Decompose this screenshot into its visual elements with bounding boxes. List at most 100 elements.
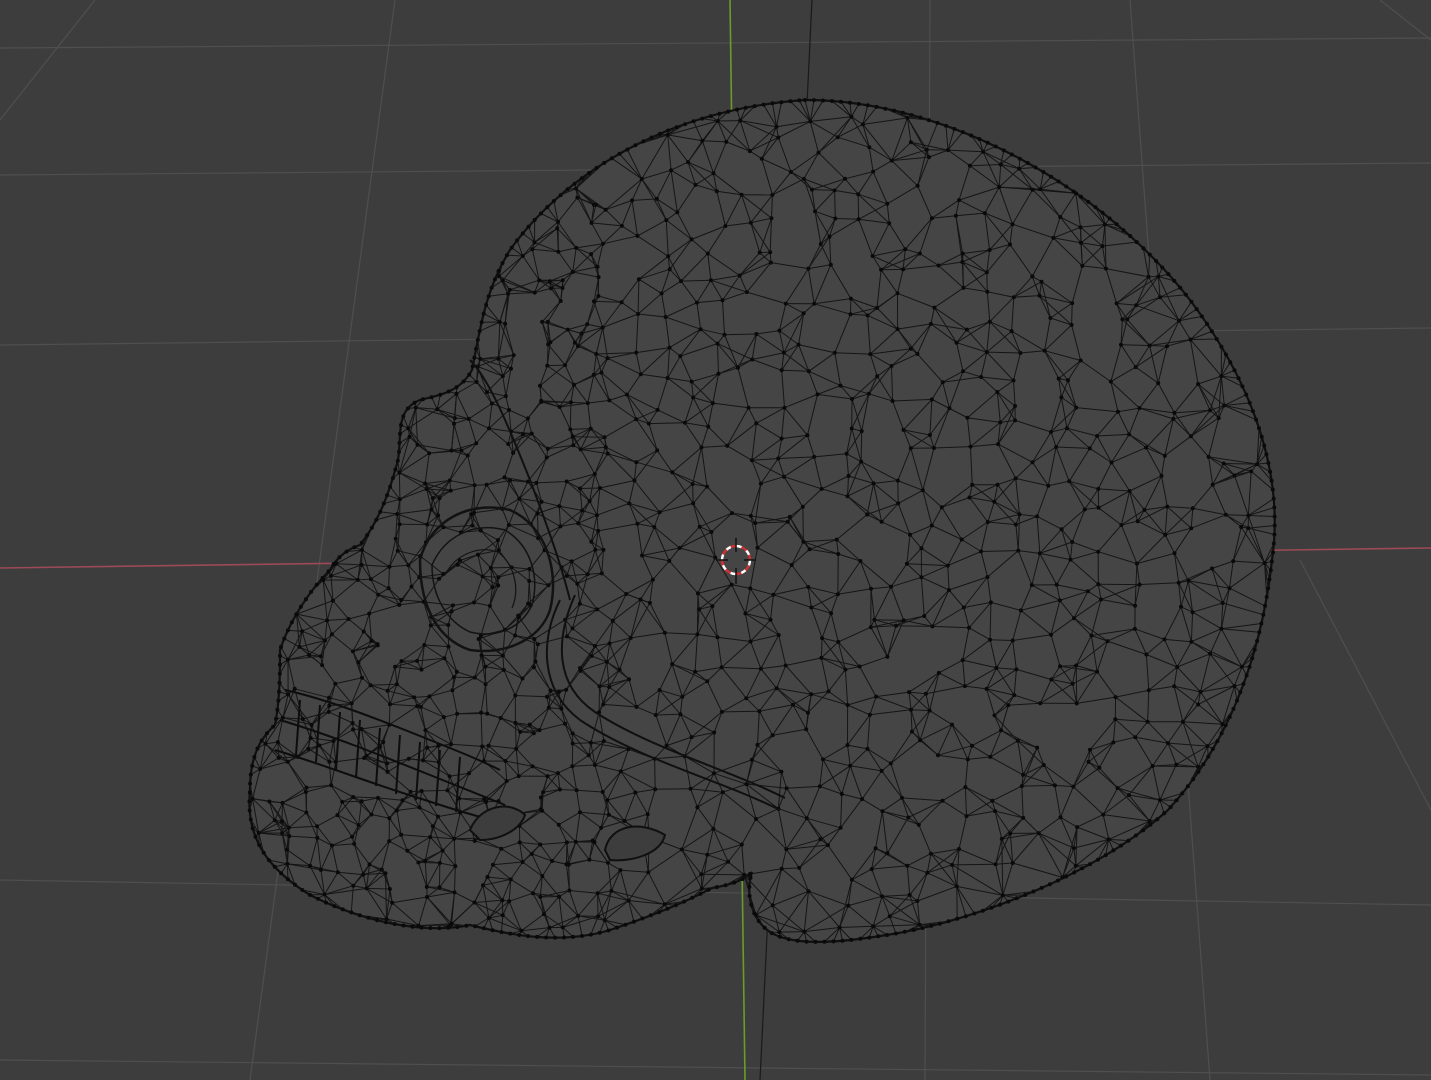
mesh-vertex (667, 267, 672, 272)
mesh-vertex (985, 289, 990, 294)
mesh-vertex (604, 659, 609, 664)
mesh-vertex (481, 311, 486, 316)
mesh-vertex (307, 892, 312, 897)
mesh-vertex (1142, 507, 1147, 512)
mesh-vertex (479, 710, 484, 715)
mesh-vertex (517, 933, 522, 937)
mesh-vertex (691, 119, 696, 124)
mesh-vertex (887, 221, 892, 226)
mesh-vertex (954, 340, 959, 345)
mesh-vertex (485, 390, 489, 395)
mesh-vertex (387, 887, 392, 891)
mesh-vertex (506, 291, 510, 296)
mesh-vertex (771, 592, 776, 597)
mesh-vertex (597, 684, 602, 689)
mesh-vertex (579, 176, 584, 181)
mesh-vertex (1049, 430, 1053, 434)
mesh-vertex (920, 488, 925, 493)
mesh-vertex (929, 523, 934, 528)
skull-silhouette[interactable] (248, 98, 1276, 944)
mesh-vertex (279, 871, 284, 876)
mesh-vertex (1269, 559, 1274, 564)
mesh-vertex (361, 872, 366, 877)
mesh-vertex (832, 350, 837, 355)
mesh-vertex (330, 598, 335, 603)
mesh-vertex (553, 935, 558, 940)
mesh-vertex (1064, 184, 1069, 189)
mesh-vertex (350, 649, 355, 654)
mesh-vertex (589, 220, 594, 225)
mesh-vertex (895, 478, 900, 483)
mesh-edge (820, 638, 823, 658)
mesh-vertex (1012, 693, 1017, 698)
mesh-vertex (1271, 496, 1276, 501)
mesh-vertex (496, 575, 501, 580)
mesh-vertex (537, 278, 542, 283)
mesh-vertex (768, 260, 773, 265)
mesh-vertex (1145, 719, 1150, 724)
mesh-vertex (285, 847, 289, 852)
mesh-vertex (871, 169, 876, 174)
mesh-vertex (950, 722, 954, 727)
mesh-vertex (946, 148, 950, 153)
mesh-vertex (605, 798, 610, 803)
mesh-vertex (683, 122, 688, 127)
mesh-vertex (985, 140, 990, 145)
mesh-vertex (955, 916, 960, 921)
mesh-vertex (662, 630, 667, 635)
mesh-vertex (466, 416, 471, 421)
mesh-vertex (691, 501, 696, 506)
mesh-vertex (538, 795, 543, 800)
mesh-vertex (1006, 899, 1011, 904)
mesh-vertex (360, 675, 364, 680)
mesh-vertex (1251, 409, 1255, 414)
mesh-vertex (566, 862, 571, 867)
mesh-vertex (804, 939, 809, 944)
mesh-vertex (1160, 265, 1165, 270)
mesh-vertex (732, 880, 737, 885)
mesh-vertex (428, 926, 433, 930)
mesh-vertex (599, 571, 604, 576)
mesh-vertex (1171, 416, 1176, 421)
mesh-vertex (885, 654, 890, 659)
mesh-vertex (574, 788, 579, 793)
mesh-vertex (803, 98, 807, 102)
mesh-vertex (750, 357, 755, 362)
mesh-vertex (350, 721, 355, 725)
mesh-vertex (355, 577, 360, 582)
mesh-vertex (1085, 589, 1090, 594)
mesh-vertex (547, 925, 552, 930)
mesh-vertex (570, 741, 575, 746)
mesh-vertex (1078, 358, 1083, 363)
mesh-vertex (1097, 765, 1102, 770)
mesh-vertex (277, 662, 282, 667)
mesh-vertex (830, 99, 834, 103)
mesh-vertex (1095, 669, 1100, 674)
mesh-vertex (1201, 762, 1206, 767)
mesh-vertex (1186, 578, 1191, 583)
mesh-vertex (250, 826, 255, 831)
mesh-vertex (689, 379, 694, 384)
mesh-vertex (819, 486, 824, 491)
mesh-vertex (369, 525, 374, 530)
mesh-vertex (856, 102, 861, 106)
viewport-canvas[interactable] (0, 0, 1431, 1080)
mesh-vertex (781, 350, 786, 355)
mesh-vertex (657, 688, 662, 693)
mesh-vertex (1223, 352, 1228, 357)
mesh-vertex (1041, 170, 1046, 174)
mesh-vertex (467, 771, 471, 776)
mesh-vertex (1011, 378, 1016, 383)
mesh-vertex (532, 217, 537, 222)
mesh-vertex (569, 559, 574, 564)
mesh-vertex (778, 934, 782, 939)
mesh-vertex (541, 790, 546, 795)
3d-viewport[interactable] (0, 0, 1431, 1080)
mesh-vertex (783, 663, 788, 668)
mesh-vertex (689, 735, 694, 740)
mesh-vertex (1191, 777, 1196, 782)
mesh-vertex (984, 270, 989, 275)
mesh-vertex (915, 351, 920, 356)
mesh-vertex (309, 589, 314, 594)
mesh-vertex (325, 618, 330, 623)
